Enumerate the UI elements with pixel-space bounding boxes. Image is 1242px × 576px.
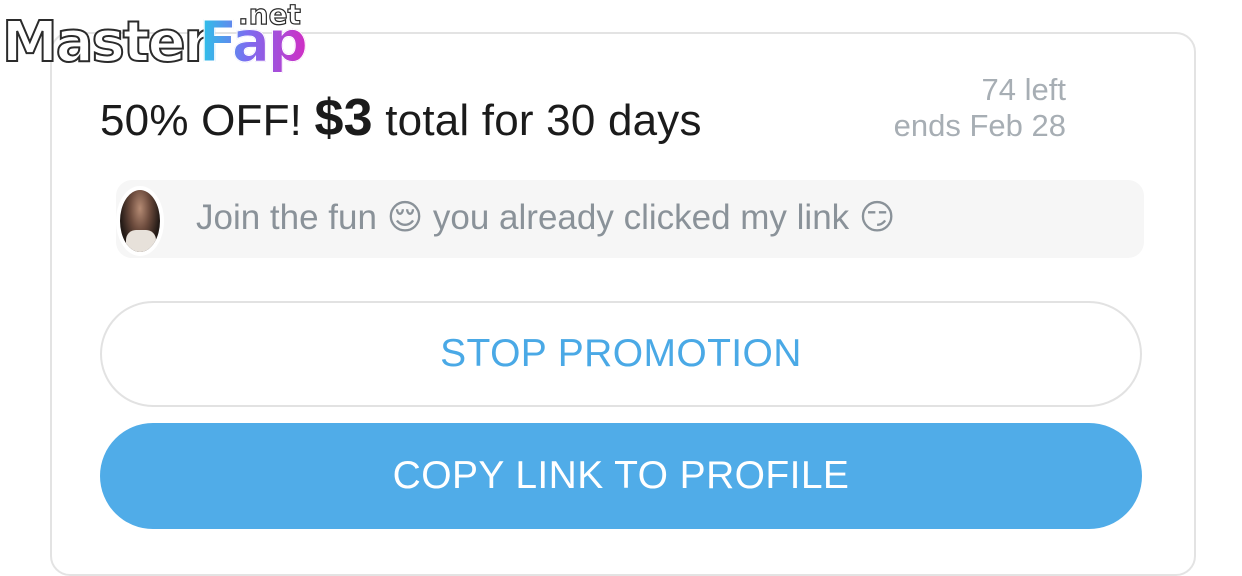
promotion-duration: total for 30 days — [385, 96, 702, 145]
promotion-discount: 50% OFF! — [100, 96, 303, 145]
copy-link-button[interactable]: COPY LINK TO PROFILE — [100, 423, 1142, 529]
watermark-net-text: .net — [237, 0, 301, 32]
promotion-meta: 74 left ends Feb 28 — [894, 72, 1066, 144]
promotion-remaining: 74 left — [981, 72, 1066, 107]
promotion-end-date: ends Feb 28 — [893, 108, 1066, 143]
avatar-shirt-shape — [126, 230, 156, 252]
watermark-master-text: Master — [1, 9, 212, 76]
promotion-price: $3 — [314, 89, 373, 147]
watermark-logo: Master Fap .net — [0, 0, 310, 80]
promotion-message: Join the fun 😌 you already clicked my li… — [116, 180, 1144, 258]
promotion-title: 50% OFF! $3 total for 30 days — [100, 88, 702, 148]
avatar — [116, 186, 164, 256]
stop-promotion-button[interactable]: STOP PROMOTION — [100, 301, 1142, 407]
promotion-message-text: Join the fun 😌 you already clicked my li… — [196, 198, 896, 237]
